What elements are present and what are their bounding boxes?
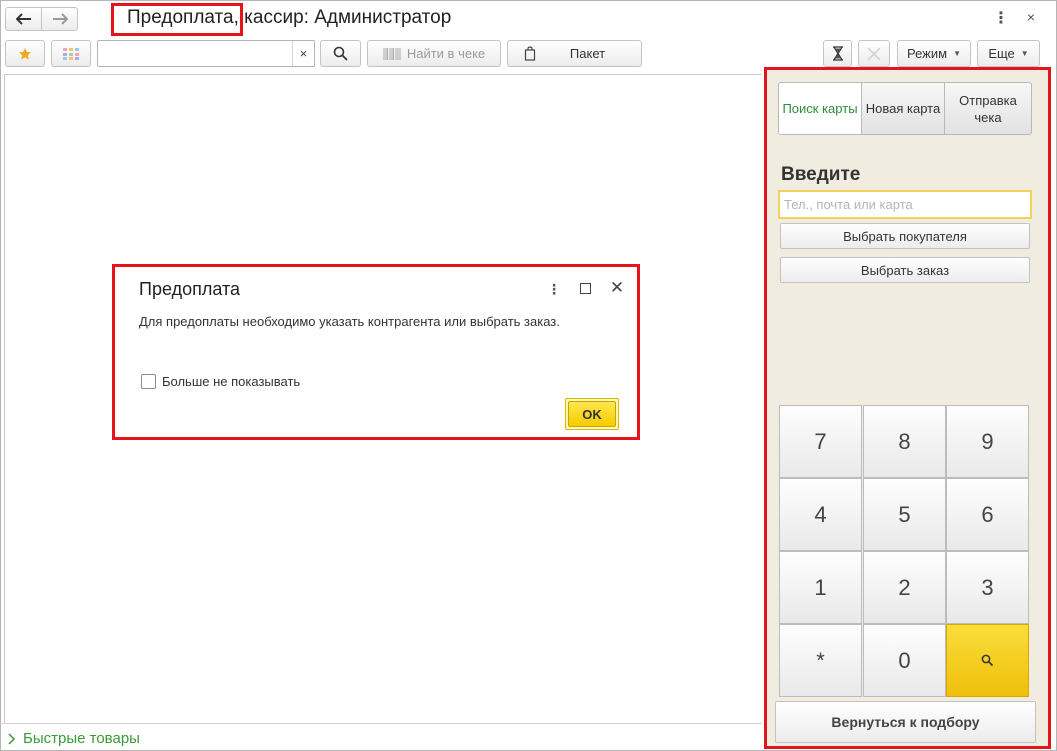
dialog-title: Предоплата — [139, 279, 240, 299]
cancel-receipt-button[interactable] — [858, 40, 890, 67]
search-icon — [333, 46, 348, 61]
tab-send-receipt[interactable]: Отправка чека — [944, 82, 1032, 135]
enter-label: Введите — [781, 164, 861, 185]
favorites-button[interactable] — [5, 40, 45, 67]
forward-button[interactable] — [41, 7, 78, 31]
back-button[interactable] — [5, 7, 42, 31]
key-2[interactable]: 2 — [863, 551, 946, 624]
chevron-down-icon: ▼ — [1020, 49, 1029, 58]
key-4[interactable]: 4 — [779, 478, 862, 551]
select-customer-button[interactable]: Выбрать покупателя — [780, 223, 1030, 249]
dialog-close-icon[interactable]: ✕ — [609, 278, 625, 297]
find-in-receipt-label: Найти в чеке — [406, 46, 486, 61]
barcode-icon — [383, 47, 401, 60]
dont-show-again-label[interactable]: Больше не показывать — [162, 374, 300, 389]
card-search-input[interactable] — [778, 190, 1032, 219]
prepayment-dialog: Предоплата ⋮ ✕ Для предоплаты необходимо… — [112, 264, 640, 440]
key-7[interactable]: 7 — [779, 405, 862, 478]
select-order-button[interactable]: Выбрать заказ — [780, 257, 1030, 283]
arrow-left-icon — [15, 13, 31, 25]
more-dropdown-button[interactable]: Еще ▼ — [977, 40, 1040, 67]
keypad-search-button[interactable] — [946, 624, 1029, 697]
package-label: Пакет — [569, 46, 606, 61]
return-to-selection-button[interactable]: Вернуться к подбору — [775, 701, 1036, 743]
bag-icon — [524, 46, 536, 61]
tab-new-card[interactable]: Новая карта — [861, 82, 945, 135]
key-6[interactable]: 6 — [946, 478, 1029, 551]
mode-dropdown-button[interactable]: Режим ▼ — [897, 40, 971, 67]
quick-goods-label: Быстрые товары — [23, 730, 140, 747]
chevron-down-icon: ▼ — [953, 49, 961, 58]
dont-show-again-checkbox[interactable] — [141, 374, 156, 389]
search-icon — [981, 654, 994, 667]
title-highlight-box — [111, 3, 243, 36]
tab-card-search[interactable]: Поиск карты — [778, 82, 862, 135]
dialog-more-icon[interactable]: ⋮ — [547, 281, 561, 297]
more-label: Еще — [988, 46, 1015, 61]
dialog-message: Для предоплаты необходимо указать контра… — [139, 314, 560, 329]
arrow-right-icon — [52, 13, 68, 25]
goods-search-input[interactable]: × — [97, 40, 315, 67]
key-8[interactable]: 8 — [863, 405, 946, 478]
hourglass-icon — [832, 46, 843, 61]
key-9[interactable]: 9 — [946, 405, 1029, 478]
key-1[interactable]: 1 — [779, 551, 862, 624]
key-0[interactable]: 0 — [863, 624, 946, 697]
grid-icon — [63, 47, 79, 60]
chevron-right-icon — [8, 732, 16, 745]
more-actions-icon[interactable]: ⋮ — [993, 9, 1009, 27]
package-button[interactable]: Пакет — [507, 40, 642, 67]
close-icon — [867, 46, 881, 61]
search-button[interactable] — [320, 40, 361, 67]
find-in-receipt-button[interactable]: Найти в чеке — [367, 40, 501, 67]
ok-button[interactable]: OK — [565, 398, 619, 430]
close-window-icon[interactable]: × — [1022, 8, 1040, 26]
ok-button-label: OK — [568, 401, 616, 427]
key-3[interactable]: 3 — [946, 551, 1029, 624]
quick-goods-grid-button[interactable] — [51, 40, 91, 67]
customer-panel: Поиск карты Новая карта Отправка чека Вв… — [764, 67, 1051, 749]
key-star[interactable]: * — [779, 624, 862, 697]
numeric-keypad: 7 8 9 4 5 6 1 2 3 * 0 — [779, 405, 1030, 697]
quick-goods-toggle[interactable]: Быстрые товары — [8, 730, 140, 747]
maximize-icon[interactable] — [580, 283, 591, 294]
star-icon — [19, 47, 31, 60]
deferred-receipts-button[interactable] — [823, 40, 852, 67]
mode-label: Режим — [906, 46, 948, 61]
clear-search-icon[interactable]: × — [292, 41, 314, 66]
divider — [0, 723, 762, 724]
key-5[interactable]: 5 — [863, 478, 946, 551]
